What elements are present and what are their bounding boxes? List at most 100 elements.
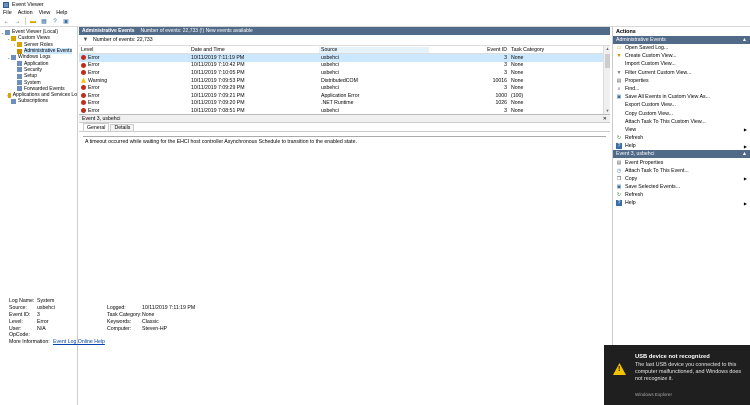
actions-group-event[interactable]: Event 3, usbehci ▲ [613, 150, 750, 159]
collapse-icon[interactable]: ▲ [742, 151, 747, 157]
filter-icon[interactable]: ▼ [82, 37, 89, 44]
actions-list-1: ▭ Open Saved Log... ▼ Create Custom View...… [613, 44, 750, 150]
action-label: Properties [625, 77, 649, 84]
cell-date: 10/11/2019 7:09:53 PM [189, 78, 319, 84]
action-item[interactable]: Copy Custom View... [613, 110, 750, 118]
table-row[interactable]: Error 10/11/2019 7:10:42 PM usbehci 3 None [79, 62, 610, 70]
table-row[interactable]: Error 10/11/2019 7:11:19 PM usbehci 3 None [79, 54, 610, 62]
actions-list-2: ▤ Event Properties ◷ Attach Task To This Ev… [613, 158, 750, 207]
cell-task-category-text: None [511, 85, 524, 92]
table-row[interactable]: Error 10/11/2019 7:10:05 PM usbehci 3 None [79, 69, 610, 77]
table-row[interactable]: Error 10/11/2019 7:09:29 PM usbehci 3 None [79, 84, 610, 92]
tree-item-label: Setup [24, 73, 38, 80]
table-row[interactable]: Error 10/11/2019 7:09:21 PM Application Er… [79, 92, 610, 100]
tab-details[interactable]: Details [110, 124, 135, 131]
cell-date-text: 10/11/2019 7:09:21 PM [191, 92, 245, 99]
action-item[interactable]: ? Help ▶ [613, 142, 750, 150]
action-item[interactable]: ? Help ▶ [613, 199, 750, 207]
scrollbar-thumb[interactable] [605, 54, 610, 68]
keywords-label: Keywords: [107, 318, 132, 325]
cell-event-id: 1026 [429, 100, 509, 106]
menu-action[interactable]: Action [18, 10, 33, 16]
toast-source: Windows Explorer [635, 392, 673, 397]
action-item[interactable]: Export Custom View... [613, 101, 750, 109]
folder-icon [8, 92, 11, 98]
error-icon [81, 70, 86, 76]
table-row[interactable]: Warning 10/11/2019 7:09:53 PM DistributedC… [79, 77, 610, 85]
action-item[interactable]: ↻ Refresh [613, 191, 750, 199]
toolbar-divider [25, 18, 26, 25]
action-label: Filter Current Custom View... [625, 69, 692, 76]
menu-file[interactable]: File [3, 10, 12, 16]
action-item[interactable]: Attach Task To This Custom View... [613, 118, 750, 126]
usb-notification-toast[interactable]: ! USB device not recognized The last USB… [604, 345, 750, 405]
folder-icon [11, 54, 16, 60]
event-count: Number of events: 22,733 [93, 37, 153, 43]
toast-title: USB device not recognized [635, 354, 710, 360]
column-task-category[interactable]: Task Category [509, 47, 599, 53]
tree-item-label: Server Roles [24, 41, 53, 48]
back-arrow-icon[interactable]: ← [3, 18, 10, 25]
action-item[interactable]: ▤ Properties [613, 77, 750, 85]
scroll-down-icon[interactable]: ▼ [604, 108, 610, 114]
actions-group-administrative-events[interactable]: Administrative Events ▲ [613, 36, 750, 44]
action-item[interactable]: ▣ Save Selected Events... [613, 183, 750, 191]
action-item[interactable]: ◷ Attach Task To This Event... [613, 167, 750, 175]
menu-help[interactable]: Help [56, 10, 67, 16]
help-icon[interactable]: ? [52, 18, 59, 25]
action-item[interactable]: ▼ Create Custom View... [613, 52, 750, 60]
console-tree-icon[interactable]: ▦ [41, 18, 48, 25]
action-item[interactable]: ❐ Copy ▶ [613, 175, 750, 183]
cell-task-category-text: None [511, 100, 524, 107]
source-value: usbehci [37, 305, 55, 312]
event-id-label: Event ID: [9, 311, 31, 318]
forward-arrow-icon[interactable]: → [14, 18, 21, 25]
table-row[interactable]: Error 10/11/2019 7:09:20 PM .NET Runtime 10… [79, 100, 610, 108]
column-event-id[interactable]: Event ID [429, 47, 509, 53]
computer-label: Computer: [107, 325, 132, 332]
column-source[interactable]: Source [319, 46, 429, 53]
cell-level-text: Error [88, 85, 100, 92]
tree-item-label: Subscriptions [18, 98, 49, 105]
action-item[interactable]: ↻ Refresh [613, 134, 750, 142]
action-label: Copy Custom View... [625, 110, 674, 117]
grid-scrollbar[interactable]: ▲ ▼ [603, 46, 610, 114]
cell-level: Error [79, 62, 189, 68]
menu-view[interactable]: View [39, 10, 51, 16]
center-pane: Administrative Events Number of events: … [79, 27, 610, 405]
action-item[interactable]: ▤ Event Properties [613, 158, 750, 166]
cell-level-text: Error [88, 92, 100, 99]
collapse-icon[interactable]: ▲ [742, 37, 747, 43]
action-item[interactable]: ▣ Save All Events in Custom View As... [613, 93, 750, 101]
column-date-time[interactable]: Date and Time [189, 47, 319, 53]
cell-date-text: 10/11/2019 7:10:05 PM [191, 69, 245, 76]
cell-date: 10/11/2019 7:10:05 PM [189, 70, 319, 76]
cell-date-text: 10/11/2019 7:09:53 PM [191, 77, 245, 84]
action-item[interactable]: Import Custom View... [613, 60, 750, 68]
cell-date-text: 10/11/2019 7:09:29 PM [191, 85, 245, 92]
action-item[interactable]: ▼ Filter Current Custom View... [613, 69, 750, 77]
cell-date-text: 10/11/2019 7:08:51 PM [191, 107, 245, 114]
tab-general[interactable]: General [83, 123, 110, 131]
action-item[interactable]: View ▶ [613, 126, 750, 134]
cell-source: .NET Runtime [319, 100, 429, 106]
grid-header: Level Date and Time Source Event ID Task… [79, 46, 610, 54]
event-viewer-icon [3, 1, 9, 8]
scroll-up-icon[interactable]: ▲ [604, 46, 610, 52]
action-label: Refresh [625, 135, 644, 142]
console-tree: ⌄ Event Viewer (Local) ⌄ Custom Views › Serve… [0, 27, 78, 405]
action-item[interactable]: ▭ Open Saved Log... [613, 44, 750, 52]
event-log-online-help-link[interactable]: Event Log Online Help [53, 339, 105, 345]
cell-task-category: None [509, 108, 599, 114]
tree-item[interactable]: Subscriptions [0, 98, 77, 104]
folder-icon [17, 86, 22, 92]
column-level[interactable]: Level [79, 47, 189, 53]
cell-task-category-text: None [511, 54, 524, 61]
folder-icon[interactable]: ▬ [30, 18, 37, 25]
folder-icon: ▭ [616, 45, 622, 52]
action-item[interactable]: ⌕ Find... [613, 85, 750, 93]
table-row[interactable]: Error 10/11/2019 7:08:51 PM usbehci 3 None [79, 107, 610, 114]
action-label: Open Saved Log... [625, 45, 669, 52]
close-icon[interactable]: ✕ [603, 116, 607, 122]
action-pane-icon[interactable]: ▣ [63, 18, 70, 25]
